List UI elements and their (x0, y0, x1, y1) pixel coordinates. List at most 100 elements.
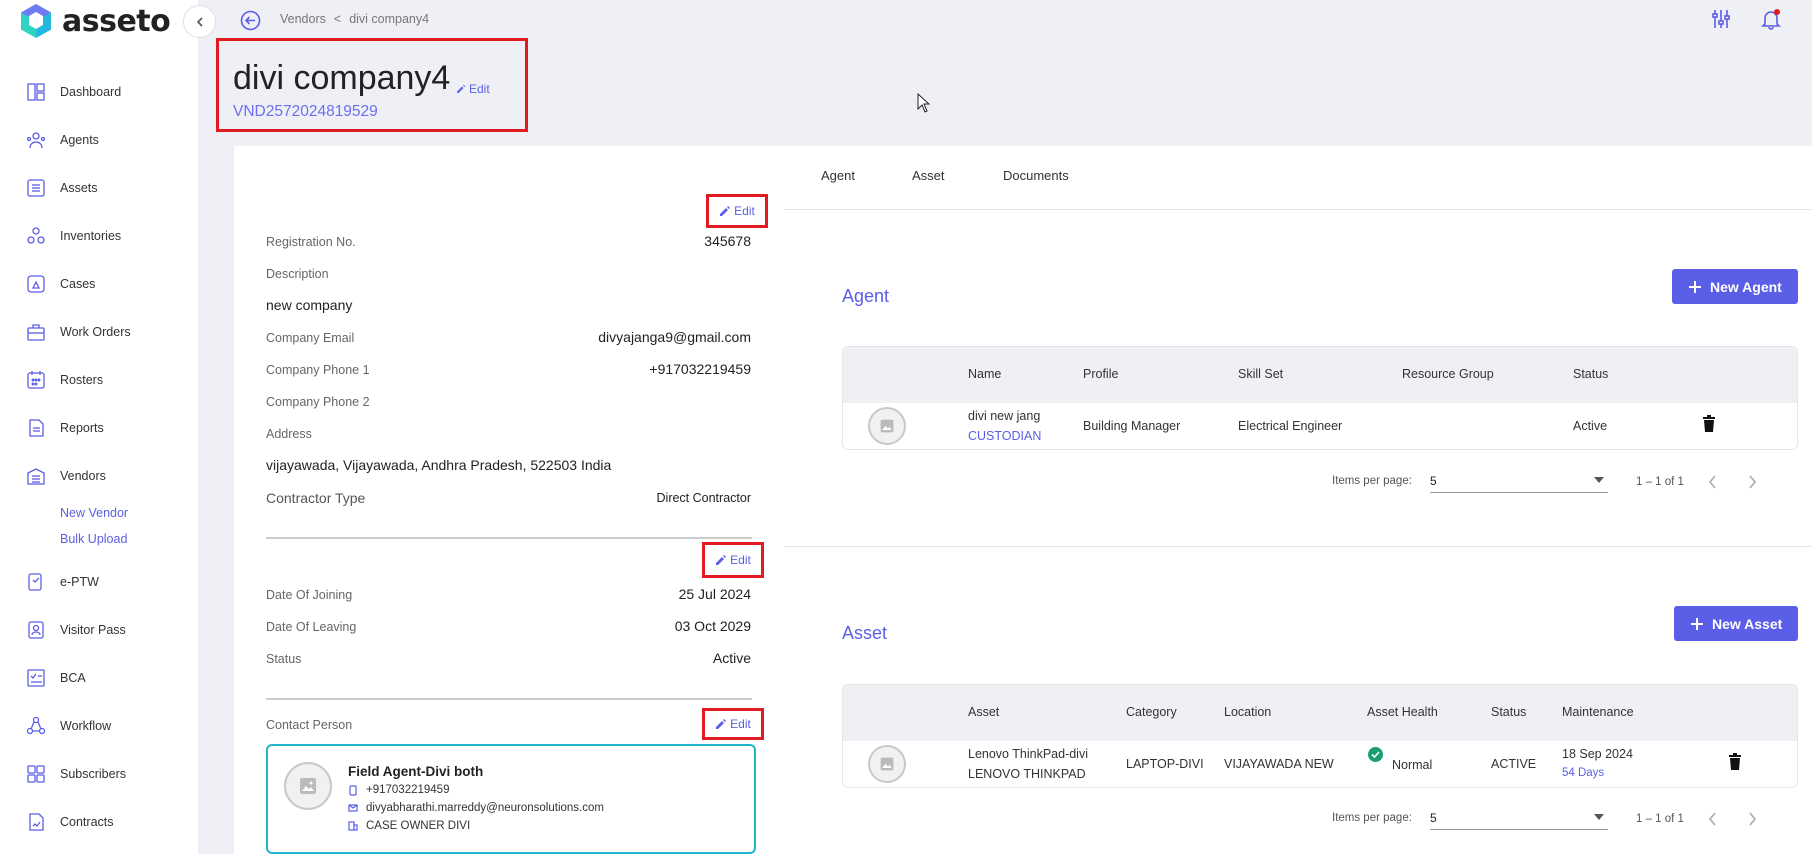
asset-name[interactable]: Lenovo ThinkPad-divi (968, 747, 1088, 761)
tab-documents[interactable]: Documents (1003, 168, 1069, 183)
address-value: vijayawada, Vijayawada, Andhra Pradesh, … (266, 457, 612, 473)
back-arrow-icon[interactable] (240, 10, 261, 31)
sidebar-item-cases[interactable]: Cases (0, 260, 198, 308)
tab-asset[interactable]: Asset (912, 168, 945, 183)
vendor-title-block: divi company4 Edit VND2572024819529 (216, 38, 528, 132)
trash-icon[interactable] (1701, 415, 1717, 433)
sidebar-item-assets[interactable]: Assets (0, 164, 198, 212)
prev-page-icon[interactable] (1708, 812, 1718, 826)
plus-icon (1691, 617, 1703, 630)
maintenance-date: 18 Sep 2024 (1562, 747, 1633, 761)
mouse-cursor-icon (917, 93, 931, 113)
contact-person-label: Contact Person (266, 718, 353, 732)
top-icons (1710, 8, 1782, 30)
asset-page-size-select[interactable]: 5 (1430, 811, 1608, 830)
brand-name: asseto (62, 3, 171, 39)
sidebar-item-work-orders[interactable]: Work Orders (0, 308, 198, 356)
pencil-icon (716, 555, 727, 565)
address-label: Address (266, 427, 312, 441)
sidebar-item-subscribers[interactable]: Subscribers (0, 750, 198, 798)
vendor-code: VND2572024819529 (233, 103, 378, 120)
table-row[interactable]: divi new jang CUSTODIAN Building Manager… (843, 403, 1797, 449)
next-page-icon[interactable] (1747, 475, 1757, 489)
sidebar-item-label: Work Orders (60, 325, 131, 339)
contact-person-card[interactable]: Field Agent-Divi both +917032219459 divy… (266, 744, 756, 854)
sidebar-item-label: Workflow (60, 719, 112, 733)
sidebar-item-workflow[interactable]: Workflow (0, 702, 198, 750)
contact-edit-button[interactable]: Edit (702, 708, 764, 740)
prev-page-icon[interactable] (1708, 475, 1718, 489)
sidebar-subitem-new-vendor[interactable]: New Vendor (0, 500, 198, 526)
title-edit-button[interactable]: Edit (456, 82, 490, 96)
status-label: Status (266, 652, 302, 666)
sidebar-item-vendors[interactable]: Vendors (0, 452, 198, 500)
next-page-icon[interactable] (1747, 812, 1757, 826)
agent-name[interactable]: divi new jang (968, 409, 1040, 423)
column-header-maintenance: Maintenance (1562, 705, 1634, 719)
agent-section-title: Agent (842, 286, 890, 306)
asset-location: VIJAYAWADA NEW (1224, 757, 1334, 771)
reports-icon (29, 419, 44, 437)
trash-icon[interactable] (1727, 753, 1743, 771)
breadcrumb: Vendors < divi company4 (280, 12, 429, 26)
work-orders-icon (27, 324, 45, 341)
image-placeholder-icon (300, 778, 316, 794)
sidebar-item-label: Assets (60, 181, 98, 195)
agent-table: Name Profile Skill Set Resource Group St… (842, 346, 1798, 450)
table-row[interactable]: Lenovo ThinkPad-divi LENOVO THINKPAD LAP… (843, 741, 1797, 787)
notification-bell-icon[interactable] (1760, 8, 1782, 30)
inventories-icon (27, 227, 45, 244)
new-agent-button[interactable]: New Agent (1672, 269, 1798, 304)
dates-edit-label: Edit (730, 553, 751, 567)
sidebar-item-bca[interactable]: BCA (0, 654, 198, 702)
building-icon (348, 821, 358, 831)
title-edit-label: Edit (469, 82, 490, 96)
tab-agent[interactable]: Agent (821, 168, 855, 183)
sidebar-item-reports[interactable]: Reports (0, 404, 198, 452)
dates-edit-button[interactable]: Edit (702, 542, 764, 578)
sidebar-item-inventories[interactable]: Inventories (0, 212, 198, 260)
section-divider (784, 546, 1812, 547)
tab-bar: Agent Asset Documents (784, 146, 1812, 210)
company-email-value: divyajanga9@gmail.com (598, 329, 751, 345)
topbar: Vendors < divi company4 (198, 0, 1812, 40)
pencil-icon (720, 206, 731, 216)
contracts-icon (29, 813, 44, 831)
brand-logo[interactable]: asseto (20, 3, 171, 39)
column-header-asset: Asset (968, 705, 1000, 719)
chevron-left-icon (196, 16, 203, 27)
assets-icon (27, 179, 45, 197)
dropdown-arrow-icon (1594, 477, 1604, 483)
contact-avatar (284, 762, 332, 810)
column-header-status: Status (1491, 705, 1527, 719)
contractor-type-label: Contractor Type (266, 490, 366, 506)
image-placeholder-icon (880, 419, 894, 433)
asset-section-title: Asset (842, 623, 888, 643)
sidebar-item-label: e-PTW (60, 575, 99, 589)
sidebar-item-contracts[interactable]: Contracts (0, 798, 198, 846)
description-label: Description (266, 267, 329, 281)
sidebar-item-rosters[interactable]: Rosters (0, 356, 198, 404)
sidebar-collapse-button[interactable] (183, 5, 216, 38)
main-content: Vendors < divi company4 divi company4 Ed… (198, 0, 1812, 854)
sidebar: asseto Dashboard Agents Assets Inventori… (0, 0, 198, 854)
asset-status: ACTIVE (1491, 757, 1537, 771)
new-asset-button[interactable]: New Asset (1674, 606, 1799, 641)
sidebar-item-dashboard[interactable]: Dashboard (0, 68, 198, 116)
asset-table-header: Asset Category Location Asset Health Sta… (843, 685, 1797, 741)
items-per-page-label: Items per page: (1332, 475, 1412, 487)
sidebar-item-agents[interactable]: Agents (0, 116, 198, 164)
registration-value: 345678 (704, 233, 751, 249)
asset-health: Normal (1392, 758, 1433, 772)
column-header-category: Category (1126, 705, 1177, 719)
sidebar-subitem-bulk-upload[interactable]: Bulk Upload (0, 526, 198, 552)
filter-sliders-icon[interactable] (1710, 8, 1732, 30)
agent-page-size-select[interactable]: 5 (1430, 474, 1608, 493)
sidebar-item-eptw[interactable]: e-PTW (0, 558, 198, 606)
details-edit-button[interactable]: Edit (706, 194, 768, 228)
sidebar-item-visitor-pass[interactable]: Visitor Pass (0, 606, 198, 654)
page-title: divi company4 (233, 59, 451, 97)
subscribers-icon (27, 765, 45, 783)
page-size-value: 5 (1430, 811, 1437, 825)
breadcrumb-vendors-link[interactable]: Vendors (280, 12, 326, 26)
